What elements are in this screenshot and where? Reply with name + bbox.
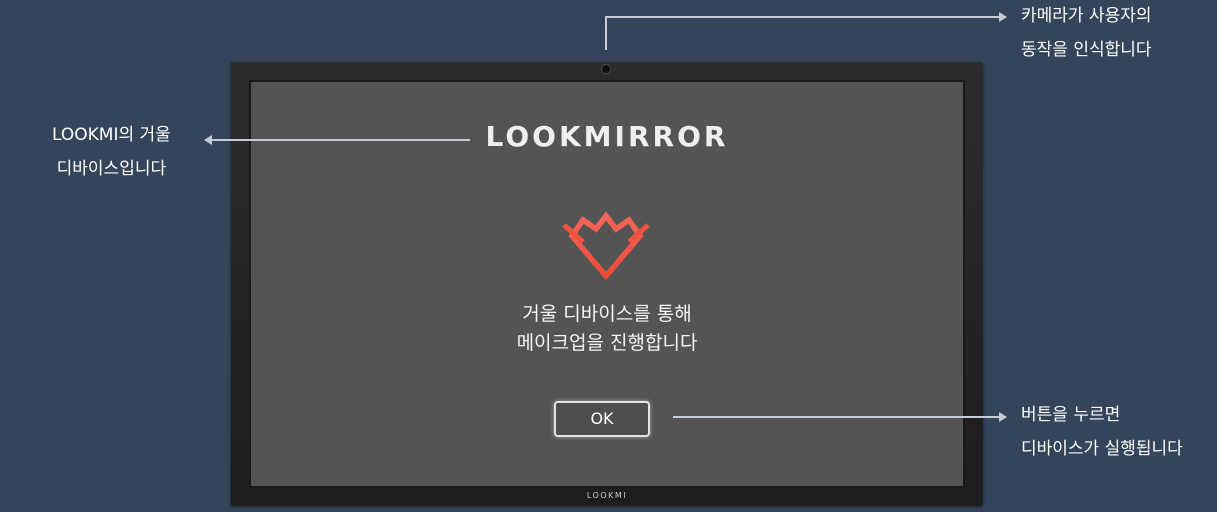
arrow-right-icon — [999, 12, 1007, 22]
device-connector-line — [212, 139, 470, 141]
message-line-2: 메이크업을 진행합니다 — [516, 332, 698, 354]
heart-logo-icon — [562, 211, 650, 281]
button-annotation: 버튼을 누르면 디바이스가 실행됩니다 — [1021, 398, 1183, 466]
message-line-1: 거울 디바이스를 통해 — [522, 303, 692, 325]
device-annotation-line-1: LOOKMI의 거울 — [52, 125, 171, 145]
arrow-right-icon — [999, 412, 1007, 422]
camera-annotation-line-2: 동작을 인식합니다 — [1021, 40, 1152, 60]
screen-message: 거울 디바이스를 통해 메이크업을 진행합니다 — [249, 300, 965, 358]
button-connector-line — [673, 416, 1000, 418]
device-annotation-line-2: 디바이스입니다 — [56, 159, 167, 179]
device-annotation: LOOKMI의 거울 디바이스입니다 — [52, 118, 171, 186]
button-annotation-line-1: 버튼을 누르면 — [1021, 405, 1121, 425]
camera-connector-horizontal — [605, 16, 1000, 18]
arrow-left-icon — [204, 135, 212, 145]
ok-button[interactable]: OK — [554, 401, 650, 437]
camera-icon — [601, 64, 611, 74]
camera-connector-vertical — [605, 16, 607, 50]
camera-annotation: 카메라가 사용자의 동작을 인식합니다 — [1021, 0, 1152, 67]
brand-title: LOOKMIRROR — [485, 120, 729, 153]
button-annotation-line-2: 디바이스가 실행됩니다 — [1021, 439, 1183, 459]
camera-annotation-line-1: 카메라가 사용자의 — [1021, 6, 1152, 26]
bezel-brand-logo: LOOKMI — [586, 491, 628, 500]
